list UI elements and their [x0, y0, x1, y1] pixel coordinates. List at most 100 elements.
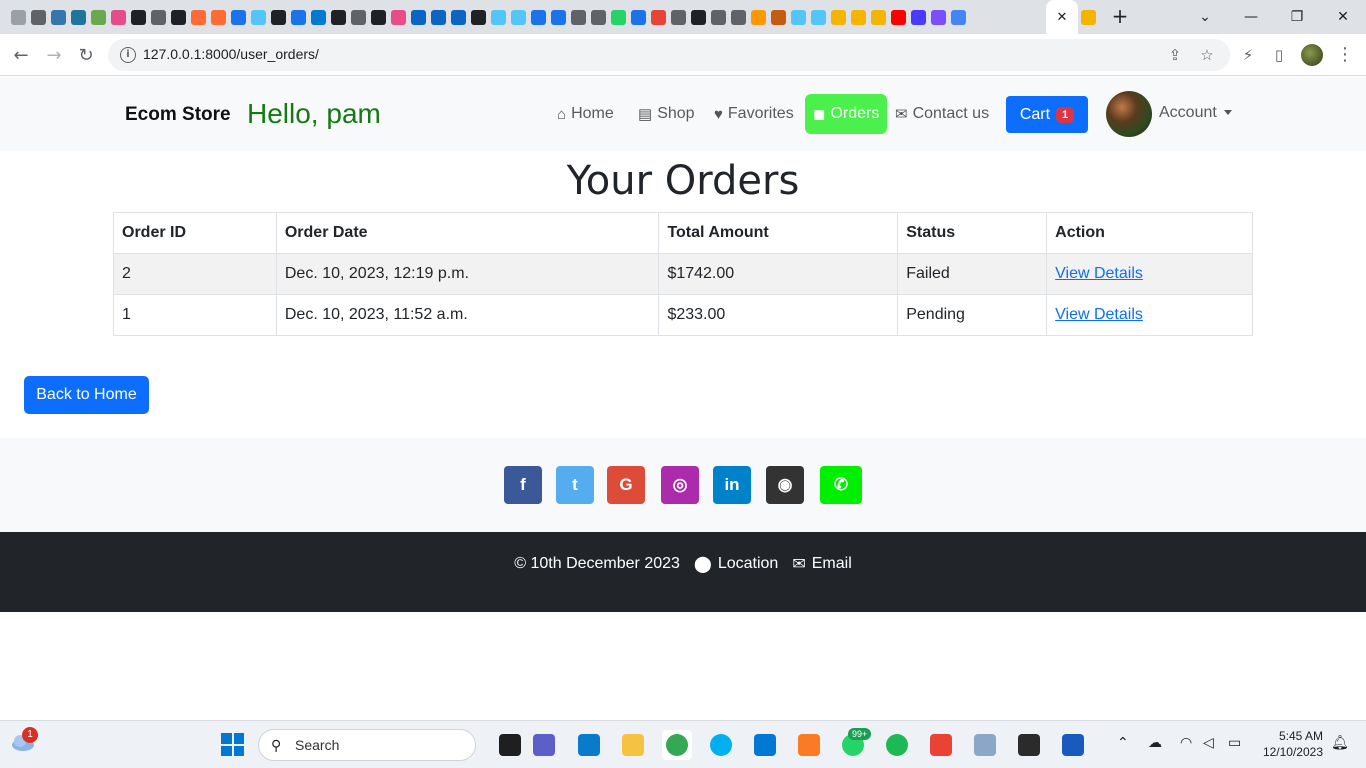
tab-favicon[interactable]	[408, 7, 428, 27]
wifi-icon[interactable]: ◠	[1180, 735, 1192, 751]
tab-favicon[interactable]	[248, 7, 268, 27]
profile-avatar-icon[interactable]	[1301, 44, 1323, 66]
teams-icon[interactable]	[529, 730, 559, 760]
tab-favicon[interactable]	[88, 7, 108, 27]
restore-button[interactable]: ❐	[1274, 0, 1320, 34]
close-window-button[interactable]: ✕	[1320, 0, 1366, 34]
tab-favicon[interactable]	[1078, 7, 1098, 27]
nav-shop[interactable]: ▤ Shop	[638, 94, 695, 134]
store-icon[interactable]	[750, 730, 780, 760]
spotify-icon[interactable]	[882, 730, 912, 760]
tab-favicon[interactable]	[588, 7, 608, 27]
tab-favicon[interactable]	[668, 7, 688, 27]
tab-favicon[interactable]	[108, 7, 128, 27]
tab-favicon[interactable]	[448, 7, 468, 27]
site-info-icon[interactable]: i	[120, 47, 136, 63]
tab-favicon[interactable]	[948, 7, 968, 27]
task-view-icon[interactable]	[495, 730, 525, 760]
twitter-icon[interactable]: t	[556, 466, 594, 504]
tab-favicon[interactable]	[68, 7, 88, 27]
linkedin-icon[interactable]: in	[713, 466, 751, 504]
tab-search-icon[interactable]: ⌄	[1182, 0, 1228, 34]
location-link[interactable]: ⬤ Location	[694, 554, 778, 574]
tab-favicon[interactable]	[428, 7, 448, 27]
github-icon[interactable]: ◉	[766, 466, 804, 504]
tab-favicon[interactable]	[308, 7, 328, 27]
tab-favicon[interactable]	[8, 7, 28, 27]
nav-orders[interactable]: ◼ Orders	[805, 94, 888, 134]
word-icon[interactable]	[1058, 730, 1088, 760]
url-text[interactable]: 127.0.0.1:8000/user_orders/	[143, 46, 319, 62]
account-avatar[interactable]	[1106, 91, 1152, 137]
tab-favicon[interactable]	[908, 7, 928, 27]
windows-start-icon[interactable]	[221, 733, 244, 756]
active-tab[interactable]: ✕	[1046, 0, 1078, 34]
terminal-icon[interactable]	[1014, 730, 1044, 760]
volume-icon[interactable]: ◁	[1203, 735, 1214, 751]
tab-favicon[interactable]	[348, 7, 368, 27]
tab-favicon[interactable]	[228, 7, 248, 27]
tab-favicon[interactable]	[568, 7, 588, 27]
bookmark-star-icon[interactable]: ☆	[1198, 46, 1216, 64]
cart-button[interactable]: Cart 1	[1006, 96, 1088, 133]
taskbar-search-input[interactable]: ⚲ Search	[258, 729, 476, 761]
tab-favicon[interactable]	[468, 7, 488, 27]
chrome-icon[interactable]	[662, 730, 692, 760]
nav-contact[interactable]: ✉ Contact us	[895, 94, 989, 134]
chrome-menu-icon[interactable]: ⋮	[1336, 44, 1354, 66]
tab-favicon[interactable]	[28, 7, 48, 27]
reload-icon[interactable]: ↻	[73, 42, 99, 68]
skype-icon[interactable]	[706, 730, 736, 760]
tab-favicon[interactable]	[148, 7, 168, 27]
view-details-link[interactable]: View Details	[1055, 306, 1143, 323]
account-dropdown[interactable]: Account	[1159, 104, 1217, 122]
tab-favicon[interactable]	[708, 7, 728, 27]
back-arrow-icon[interactable]: ←	[8, 42, 34, 68]
brand-logo[interactable]: Ecom Store	[125, 104, 231, 126]
tab-favicon[interactable]	[388, 7, 408, 27]
tab-favicon[interactable]	[328, 7, 348, 27]
tab-favicon[interactable]	[548, 7, 568, 27]
view-details-link[interactable]: View Details	[1055, 265, 1143, 282]
chevron-up-icon[interactable]: ⌃	[1117, 735, 1129, 751]
tab-favicon[interactable]	[728, 7, 748, 27]
tab-favicon[interactable]	[848, 7, 868, 27]
battery-icon[interactable]: ▭	[1228, 735, 1241, 751]
gmail-icon[interactable]	[926, 730, 956, 760]
clock-time[interactable]: 5:45 AM	[1258, 729, 1323, 743]
tab-favicon[interactable]	[928, 7, 948, 27]
tab-favicon[interactable]	[868, 7, 888, 27]
address-bar[interactable]: i 127.0.0.1:8000/user_orders/ ⇪ ☆	[108, 39, 1230, 71]
minimize-button[interactable]: —	[1228, 0, 1274, 34]
tab-favicon[interactable]	[688, 7, 708, 27]
tab-favicon[interactable]	[208, 7, 228, 27]
tab-favicon[interactable]	[748, 7, 768, 27]
email-link[interactable]: ✉ Email	[792, 554, 851, 574]
nav-favorites[interactable]: ♥ Favorites	[714, 94, 794, 134]
share-icon[interactable]: ⇪	[1166, 46, 1184, 64]
notification-bell-icon[interactable]: 🔔︎	[1331, 735, 1349, 751]
tab-favicon[interactable]	[488, 7, 508, 27]
tab-favicon[interactable]	[628, 7, 648, 27]
onedrive-icon[interactable]: ☁	[1148, 735, 1162, 751]
back-to-home-button[interactable]: Back to Home	[24, 376, 149, 414]
tab-favicon[interactable]	[648, 7, 668, 27]
tab-favicon[interactable]	[128, 7, 148, 27]
phone-icon[interactable]: ✆	[820, 466, 862, 504]
nav-home[interactable]: ⌂ Home	[557, 94, 614, 134]
tab-close-icon[interactable]: ✕	[1057, 10, 1068, 25]
tab-favicon[interactable]	[768, 7, 788, 27]
new-tab-button[interactable]: +	[1108, 4, 1132, 28]
instagram-icon[interactable]: ◎	[661, 466, 699, 504]
extension-icon[interactable]: ⚡	[1237, 44, 1259, 66]
clock-date[interactable]: 12/10/2023	[1250, 745, 1323, 759]
side-panel-icon[interactable]: ▯	[1268, 44, 1290, 66]
tab-favicon[interactable]	[288, 7, 308, 27]
facebook-icon[interactable]: f	[504, 466, 542, 504]
tab-favicon[interactable]	[368, 7, 388, 27]
caret-down-icon[interactable]	[1224, 110, 1232, 115]
tab-favicon[interactable]	[168, 7, 188, 27]
tab-favicon[interactable]	[268, 7, 288, 27]
forward-arrow-icon[interactable]: →	[41, 42, 67, 68]
google-icon[interactable]: G	[607, 466, 645, 504]
